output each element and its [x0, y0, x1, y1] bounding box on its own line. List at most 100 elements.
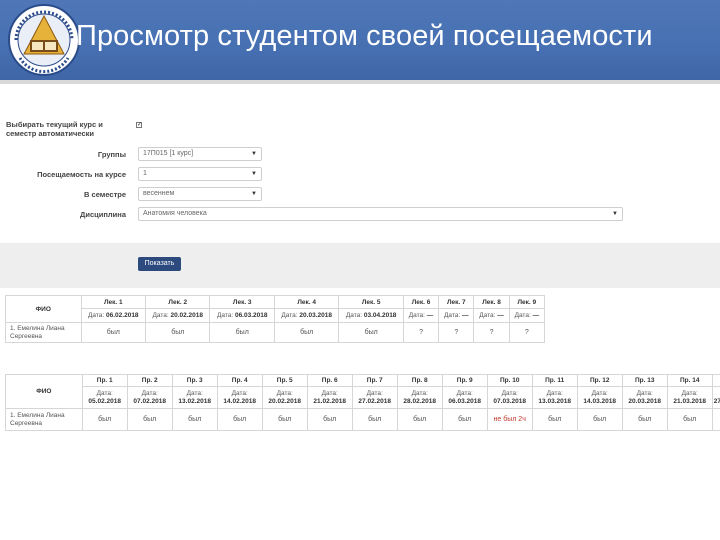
date-cell: Дата: 06.02.2018 — [80, 308, 147, 323]
column-header: Пр. 3 — [171, 374, 218, 387]
date-cell: Дата: 21.03.2018 — [666, 386, 713, 409]
auto-select-label: Выбирать текущий курс и семестр автомати… — [6, 120, 103, 138]
practicals-date-row: Дата: 05.02.2018 Дата: 07.02.2018 Дата: 13.02… — [6, 386, 720, 409]
table-row: 1. Емелина Лиана Сергеевна был был был был б… — [5, 322, 546, 343]
attendance-cell: был — [81, 408, 128, 431]
groups-label: Группы — [97, 150, 126, 159]
date-cell: Дата: 20.03.2018 — [273, 308, 340, 323]
semester-select[interactable]: весеннем ▼ — [138, 187, 262, 201]
groups-select-value: 17П015 [1 курс] — [143, 150, 194, 157]
student-name: 1. Емелина Лиана Сергеевна — [5, 408, 83, 431]
date-cell: Дата: 06.03.2018 — [209, 308, 275, 323]
date-value: 06.03.2018 — [234, 312, 268, 319]
date-value: — — [532, 312, 540, 319]
date-label: Дата: — [281, 312, 298, 319]
date-value: 14.03.2018 — [583, 397, 616, 405]
attendance-cell: был — [621, 408, 668, 431]
column-header: Лек. 1 — [80, 295, 147, 309]
date-cell: Дата: 20.02.2018 — [145, 308, 211, 323]
date-value: 28.02.2018 — [403, 397, 436, 405]
attendance-cell: был — [338, 322, 404, 343]
attendance-cell: был — [576, 408, 623, 431]
date-cell: Дата: 03.04.2018 — [338, 308, 404, 323]
column-header: Пр. 9 — [441, 374, 488, 387]
attendance-cell: был — [145, 322, 211, 343]
date-label: Дата: — [276, 389, 293, 397]
fio-header: ФИО — [5, 295, 82, 323]
date-value: 07.03.2018 — [493, 397, 526, 405]
attendance-cell: был — [209, 322, 275, 343]
date-value: 13.03.2018 — [538, 397, 571, 405]
header-divider — [0, 80, 720, 84]
date-cell: Дата: 21.02.2018 — [306, 386, 353, 409]
date-value: 20.03.2018 — [628, 397, 661, 405]
column-header: Пр. 12 — [576, 374, 623, 387]
show-button[interactable]: Показать — [138, 257, 181, 271]
groups-select[interactable]: 17П015 [1 курс] ▼ — [138, 147, 262, 161]
date-cell: Дата: 07.03.2018 — [486, 386, 533, 409]
date-cell: Дата: 28.02.2018 — [396, 386, 443, 409]
practicals-table: ФИО Пр. 1 Пр. 2 Пр. 3 Пр. 4 Пр. 5 Пр. 6 Пр. 7П… — [5, 374, 720, 431]
date-cell: Дата: 13.03.2018 — [531, 386, 578, 409]
attendance-cell: был — [441, 408, 488, 431]
date-label: Дата: — [681, 389, 698, 397]
attendance-cell: был — [126, 408, 173, 431]
column-header: Пр. 4 — [216, 374, 263, 387]
date-value: 21.02.2018 — [313, 397, 346, 405]
attendance-cell: был — [306, 408, 353, 431]
attendance-cell: не был 2ч — [486, 408, 533, 431]
date-label: Дата: — [501, 389, 518, 397]
date-label: Дата: — [345, 312, 363, 319]
attendance-cell: ? — [473, 322, 510, 343]
lectures-header-row: ФИО Лек. 1 Лек. 2 Лек. 3 Лек. 4 Лек. 5 Лек. 6… — [5, 295, 546, 323]
chevron-down-icon: ▼ — [251, 171, 257, 177]
date-label: Дата: — [231, 389, 248, 397]
fio-header: ФИО — [5, 374, 83, 409]
column-header: Пр. 2 — [126, 374, 173, 387]
date-cell: Дата: 14.03.2018 — [576, 386, 623, 409]
date-label: Дата: — [88, 312, 105, 319]
column-header: Пр. 13 — [621, 374, 668, 387]
column-header: Пр. 6 — [306, 374, 353, 387]
date-label: Дата: — [152, 312, 169, 319]
date-cell: Дата: 27.02.2018 — [351, 386, 398, 409]
attendance-cell: был — [171, 408, 218, 431]
date-label: Дата: — [366, 389, 383, 397]
date-cell: Дата: 07.02.2018 — [126, 386, 173, 409]
chevron-down-icon: ▼ — [251, 151, 257, 157]
date-cell: Дата: 06.03.2018 — [441, 386, 488, 409]
student-name: 1. Емелина Лиана Сергеевна — [5, 322, 82, 343]
column-header: Пр. 5 — [261, 374, 308, 387]
date-cell: Дата: — — [473, 308, 510, 323]
university-logo-icon — [8, 4, 80, 76]
discipline-select[interactable]: Анатомия человека ▼ — [138, 207, 623, 221]
date-value: 27.02.2018 — [358, 397, 391, 405]
date-label: Дата: — [186, 389, 203, 397]
column-header: Пр. 7 — [351, 374, 398, 387]
column-header: Лек. 6 — [402, 295, 440, 309]
chevron-down-icon: ▼ — [612, 211, 618, 217]
date-cell: Дата: 20.03.2018 — [621, 386, 668, 409]
course-select[interactable]: 1 ▼ — [138, 167, 262, 181]
date-label: Дата: — [444, 312, 461, 319]
date-value: 20.03.2018 — [299, 312, 332, 319]
lectures-date-row: Дата: 06.02.2018 Дата: 20.02.2018 Дата: 06… — [6, 308, 546, 323]
column-header: Лек. 8 — [473, 295, 510, 309]
column-header: Лек. 4 — [273, 295, 340, 309]
date-label: Дата: — [636, 389, 653, 397]
date-label: Дата: — [514, 312, 531, 319]
date-cell: Дата: 14.02.2018 — [216, 386, 263, 409]
column-header — [711, 374, 720, 387]
date-label: Дата: — [408, 312, 425, 319]
date-value: 13.02.2018 — [178, 397, 211, 405]
date-value: 03.04.2018 — [363, 312, 397, 319]
column-header: Пр. 14 — [666, 374, 713, 387]
auto-select-checkbox[interactable]: ✓ — [136, 122, 142, 128]
date-cell: Дата: 20.02.2018 — [261, 386, 308, 409]
date-value: — — [462, 312, 469, 319]
column-header: Лек. 3 — [209, 295, 275, 309]
column-header: Лек. 7 — [438, 295, 475, 309]
date-label: Дата: — [591, 389, 608, 397]
attendance-cell — [711, 408, 720, 431]
column-header: Лек. 9 — [508, 295, 546, 309]
